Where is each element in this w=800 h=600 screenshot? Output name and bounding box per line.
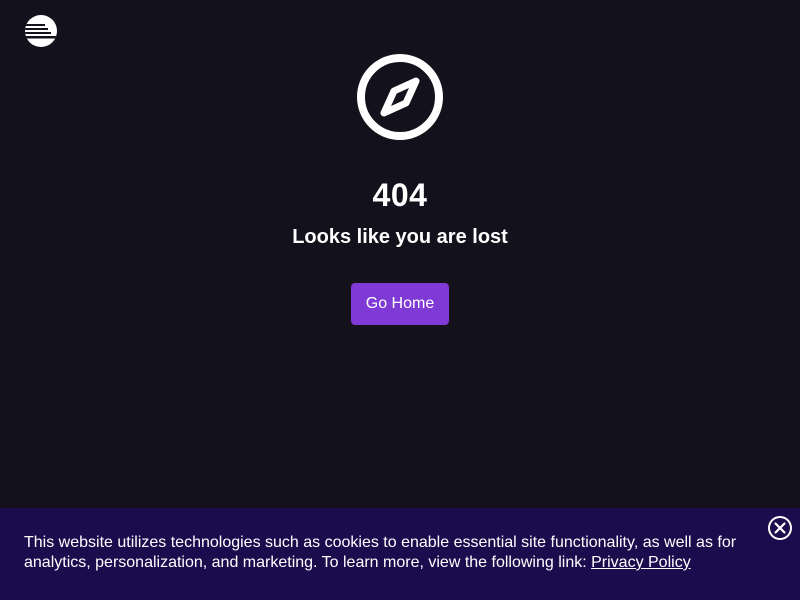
cookie-banner: This website utilizes technologies such … [0, 508, 800, 600]
error-message: Looks like you are lost [292, 226, 508, 248]
logo-icon[interactable] [25, 15, 57, 47]
privacy-policy-link[interactable]: Privacy Policy [591, 554, 691, 571]
close-icon[interactable] [767, 515, 793, 541]
cookie-message: This website utilizes technologies such … [24, 533, 754, 573]
not-found-page: 404 Looks like you are lost Go Home This… [0, 0, 800, 600]
compass-icon [356, 53, 444, 141]
go-home-button[interactable]: Go Home [351, 283, 449, 325]
error-code: 404 [372, 177, 428, 213]
